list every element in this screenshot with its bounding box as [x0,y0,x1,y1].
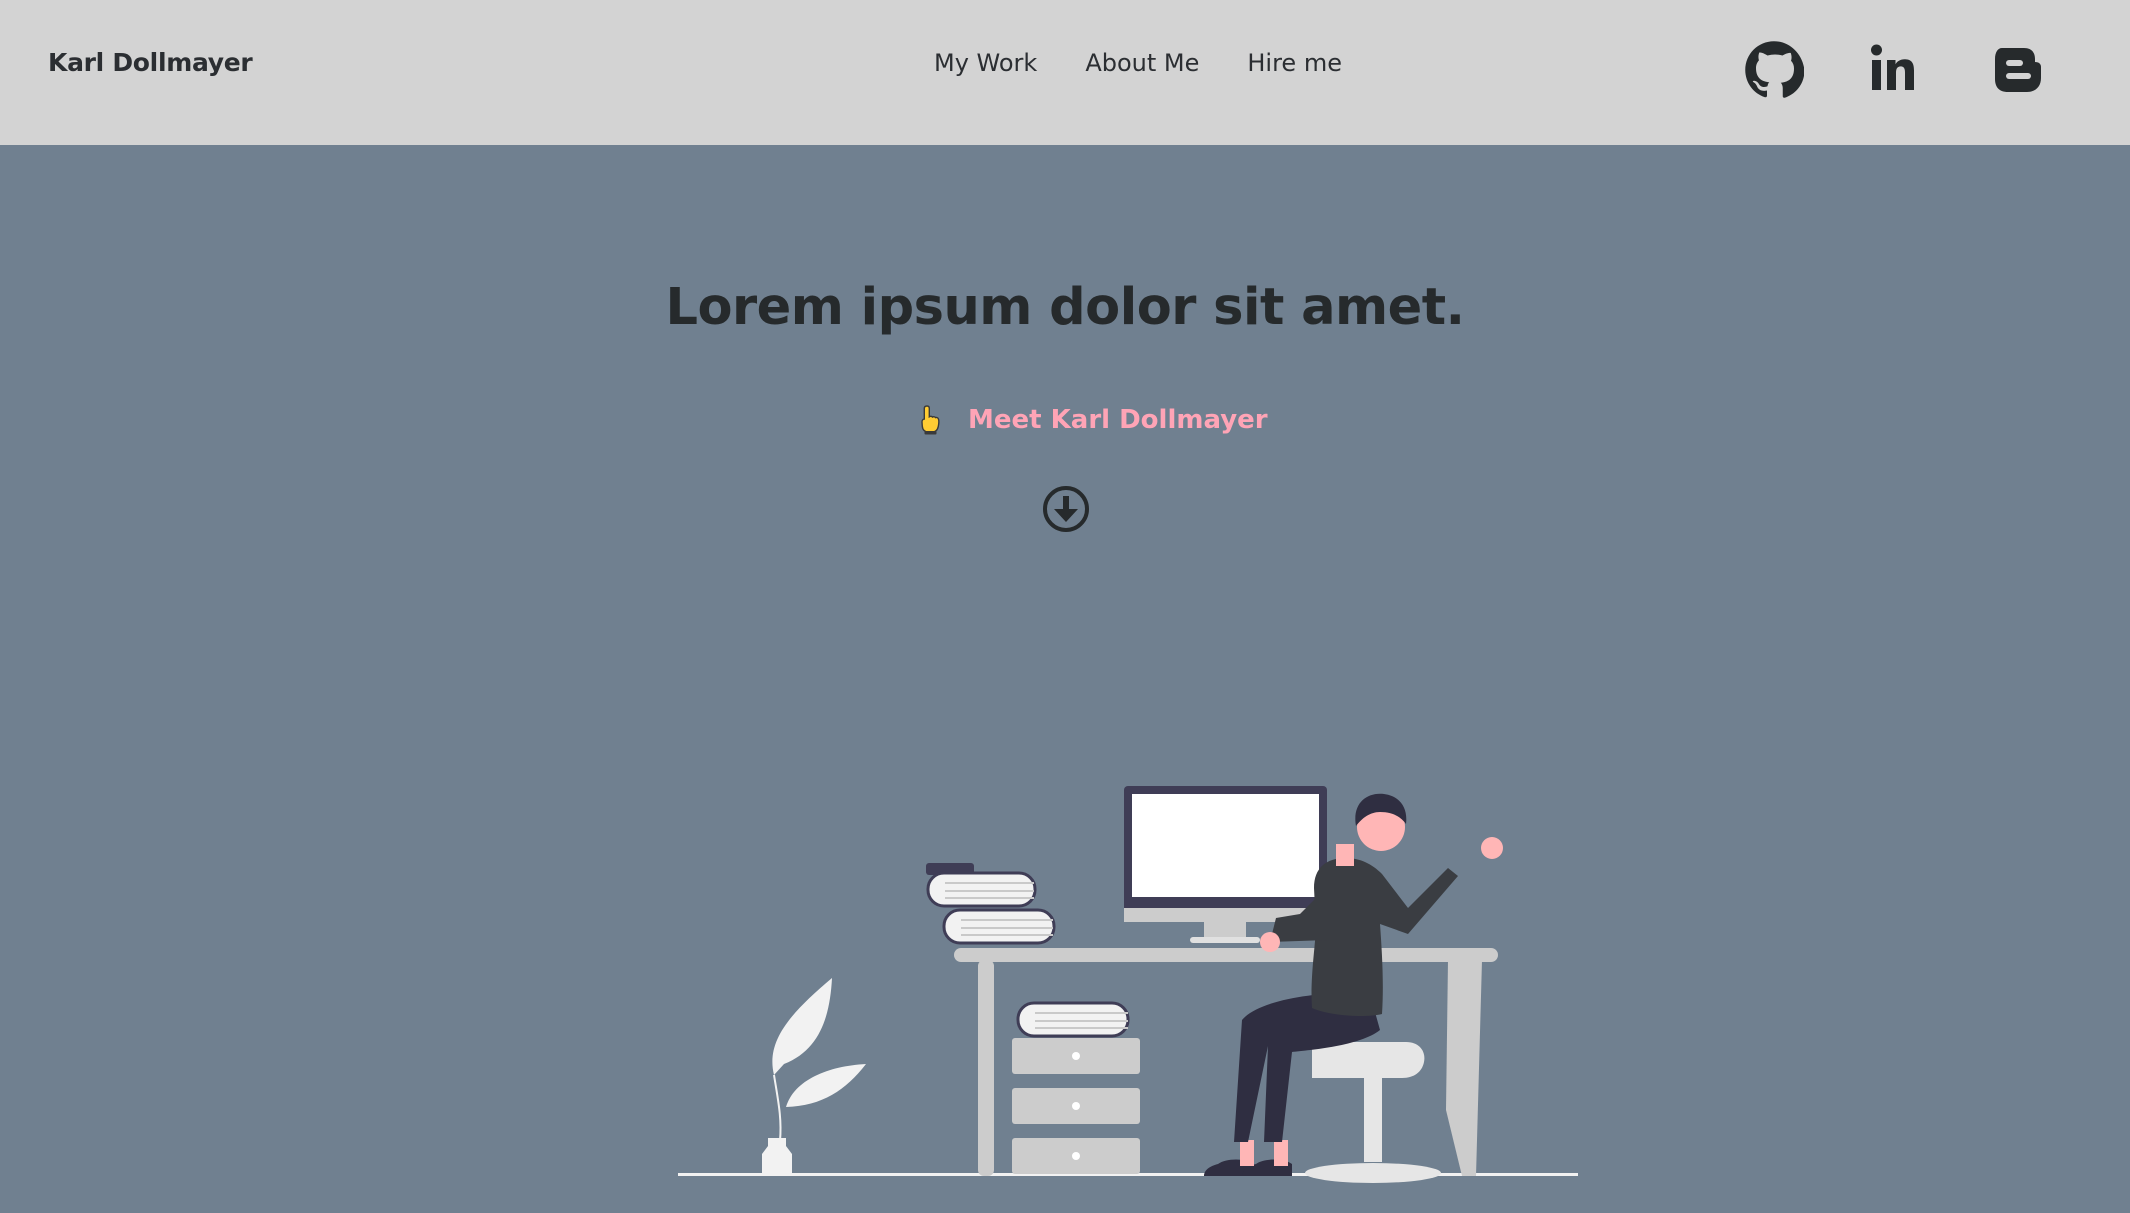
github-link[interactable] [1744,40,1805,100]
stool-icon [1305,1042,1441,1183]
person-at-desk-illustration [678,786,1578,1183]
blogger-icon [1995,48,2041,92]
main-nav: My Work About Me Hire me [934,49,1342,77]
meet-link[interactable]: Meet Karl Dollmayer [916,400,1268,440]
site-header: Karl Dollmayer My Work About Me Hire me [0,0,2130,145]
linkedin-link[interactable] [1866,40,1926,100]
plant-icon [762,978,866,1176]
books-icon [926,863,1056,945]
github-icon [1745,41,1805,98]
brand-logo[interactable]: Karl Dollmayer [48,48,253,77]
nav-about-me[interactable]: About Me [1085,49,1199,77]
blogger-link[interactable] [1988,40,2048,100]
hero-title: Lorem ipsum dolor sit amet. [665,278,1465,337]
arrow-down-circle-icon [1043,486,1089,532]
meet-link-label: Meet Karl Dollmayer [968,405,1268,435]
scroll-down-button[interactable] [1041,484,1091,534]
linkedin-icon [1871,44,1914,90]
nav-hire-me[interactable]: Hire me [1247,49,1342,77]
nav-my-work[interactable]: My Work [934,49,1037,77]
pointing-hand-icon [921,405,940,435]
